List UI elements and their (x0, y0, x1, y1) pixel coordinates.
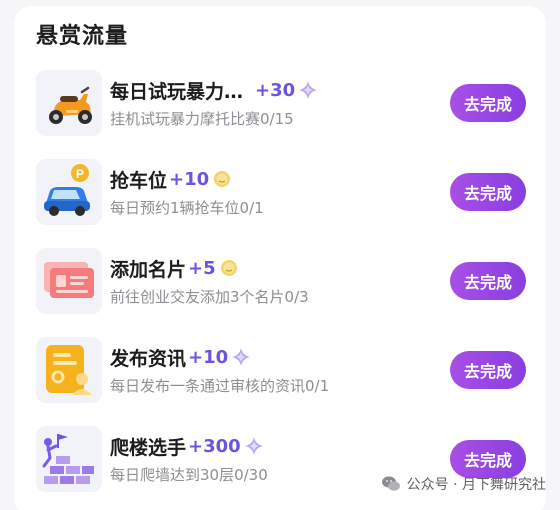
task-item: 发布资讯 +10 每日发布一条通过审核的资讯0/1 去完成 (36, 337, 536, 405)
complete-task-button[interactable]: 去完成 (450, 440, 526, 478)
task-reward: +10 (188, 347, 251, 368)
page: 悬赏流量 每日试玩暴力… +30 挂机试玩暴力摩托比赛0/15 去完成 P 抢车… (0, 0, 560, 510)
business-card-icon (36, 248, 102, 314)
task-title-row: 添加名片 +5 (110, 254, 239, 282)
sparkle-icon (231, 347, 251, 367)
task-title-row: 发布资讯 +10 (110, 343, 251, 371)
complete-task-button[interactable]: 去完成 (450, 173, 526, 211)
reward-value: +30 (255, 79, 296, 101)
scooter-icon (36, 70, 102, 136)
task-title-row: 每日试玩暴力… +30 (110, 76, 318, 104)
task-reward: +30 (255, 80, 318, 101)
task-reward: +5 (188, 258, 239, 279)
section-title: 悬赏流量 (36, 24, 129, 49)
task-description: 挂机试玩暴力摩托比赛0/15 (110, 110, 294, 128)
task-reward: +300 (188, 436, 264, 457)
sparkle-icon (298, 80, 318, 100)
coin-icon (219, 258, 239, 278)
svg-text:P: P (76, 167, 84, 181)
reward-value: +10 (169, 168, 210, 190)
task-item: P 抢车位 +10 每日预约1辆抢车位0/1 去完成 (36, 159, 536, 227)
task-item: 添加名片 +5 前往创业交友添加3个名片0/3 去完成 (36, 248, 536, 316)
parking-car-icon: P (36, 159, 102, 225)
complete-task-button[interactable]: 去完成 (450, 84, 526, 122)
task-item: 每日试玩暴力… +30 挂机试玩暴力摩托比赛0/15 去完成 (36, 70, 536, 138)
coin-icon (212, 169, 232, 189)
reward-value: +5 (188, 257, 216, 279)
sparkle-icon (244, 436, 264, 456)
task-description: 每日预约1辆抢车位0/1 (110, 199, 264, 217)
task-title: 每日试玩暴力… (110, 80, 244, 103)
complete-task-button[interactable]: 去完成 (450, 262, 526, 300)
reward-value: +300 (188, 435, 241, 457)
task-description: 每日发布一条通过审核的资讯0/1 (110, 377, 330, 395)
task-reward: +10 (169, 169, 232, 190)
wall-climber-icon (36, 426, 102, 492)
watermark: 公众号 · 月下舞研究社 (381, 474, 546, 494)
reward-value: +10 (188, 346, 229, 368)
task-description: 每日爬墙达到30层0/30 (110, 466, 268, 484)
task-title: 添加名片 (110, 258, 187, 281)
wechat-icon (381, 474, 401, 494)
task-title: 发布资讯 (110, 347, 187, 370)
watermark-text: 公众号 · 月下舞研究社 (406, 477, 546, 493)
task-title-row: 抢车位 +10 (110, 165, 232, 193)
task-title: 抢车位 (110, 169, 168, 192)
task-title-row: 爬楼选手 +300 (110, 432, 264, 460)
complete-task-button[interactable]: 去完成 (450, 351, 526, 389)
news-document-icon (36, 337, 102, 403)
task-description: 前往创业交友添加3个名片0/3 (110, 288, 309, 306)
task-title: 爬楼选手 (110, 436, 187, 459)
